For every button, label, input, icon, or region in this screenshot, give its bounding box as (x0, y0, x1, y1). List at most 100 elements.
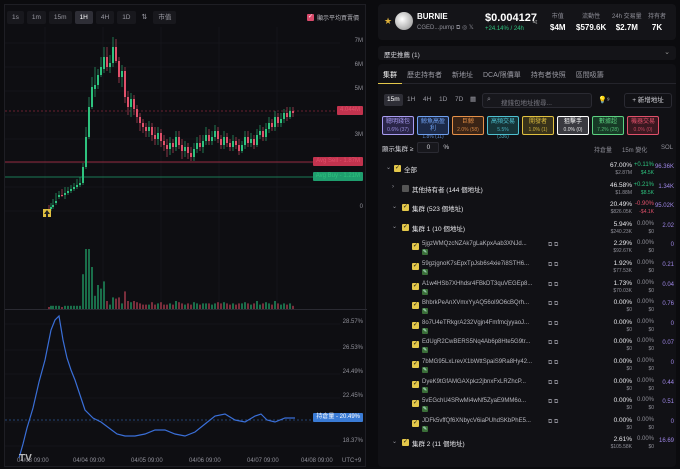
wallet-address[interactable]: BhbrkPeAnXVmxYyAQ56oI9O6cBQrh... (422, 300, 529, 306)
row-checkbox[interactable]: ✓ (402, 204, 409, 212)
wallet-address[interactable]: EdUgR2CwBERS5Nq4Ab6p8Hte5G9tr... (422, 339, 530, 345)
wallet-row[interactable]: ✓ 59gzjgnoK7sEpxTpJsb6s4xie7i8STH6... ✎ ⧉ ⧉… (378, 259, 676, 276)
row-checkbox[interactable]: ✓ (412, 380, 419, 388)
tag-chip[interactable]: 機器交易 0.0% (0) (627, 116, 659, 135)
tf-15m[interactable]: 15m (48, 10, 72, 24)
row-checkbox[interactable] (402, 184, 409, 192)
row-checkbox[interactable]: ✓ (412, 263, 419, 270)
wallet-row[interactable]: ✓ 5jgzWMQzcNZAk7gLaKpxAab3XNJd... ✎ ⧉ ⧉ 2.29… (378, 239, 676, 256)
copy-icon[interactable]: ⧉ ⧉ (548, 321, 558, 328)
tf-1m[interactable]: 1m (26, 10, 46, 24)
threshold-input[interactable]: 0 (417, 142, 440, 153)
wallet-row[interactable]: ✓ BhbrkPeAnXVmxYyAQ56oI9O6cBQrh... ✎ ⧉ ⧉ 0.0… (378, 298, 676, 315)
wallet-address[interactable]: DyeK9tGfAMGAXpkz2jbnxFxLRZhcP... (422, 379, 526, 385)
chevron-right-icon[interactable]: › (392, 184, 394, 190)
tf-15m-small[interactable]: 15m (384, 94, 403, 106)
tab-dca[interactable]: DCA/限價單 (478, 64, 526, 84)
bulb-icon[interactable]: 💡⁹ (598, 96, 610, 104)
add-address-button[interactable]: + 新增地址 (624, 93, 672, 108)
cluster-row[interactable]: ⌄ ✓ 集群 (523 個地址) 20.49% $826.05K -0.90% -$4.1K… (378, 200, 676, 217)
swap-icon[interactable]: ⇅ (139, 13, 151, 21)
tag-chip[interactable]: 鯨魚高盈利 1.8% (11) (417, 116, 449, 140)
avg-price-toggle[interactable]: ✓ 顯示平均買賣價 (306, 13, 359, 22)
tab-snapshot[interactable]: 持有者快照 (526, 64, 571, 84)
copy-icon[interactable]: ⧉ ⧉ (548, 399, 558, 406)
tab-history-holders[interactable]: 歷史持有者 (402, 64, 447, 84)
copy-icon[interactable]: ⧉ ⧉ (548, 380, 558, 387)
tag-chip[interactable]: 開發者 1.0% (1) (522, 116, 554, 135)
copy-icon[interactable]: ⧉ ⧉ (548, 242, 558, 249)
wallet-row[interactable]: ✓ EdUgR2CwBERS5Nq4Ab6p8Hte5G9tr... ✎ ⧉ ⧉ 0.0… (378, 337, 676, 354)
wallet-address[interactable]: 59gzjgnoK7sEpxTpJsb6s4xie7i8STH6... (422, 261, 529, 267)
row-checkbox[interactable]: ✓ (412, 243, 419, 251)
market-cap-toggle[interactable]: 市值 (153, 10, 177, 24)
tab-new-address[interactable]: 新地址 (447, 64, 478, 84)
copy-icon[interactable]: ⧉ ⧉ (548, 340, 558, 347)
wallet-address[interactable]: A1w4HSb7XHhdsr4FBkDT3quVEGEp8... (422, 281, 532, 287)
cluster-row[interactable]: › 其他持有者 (144 個地址) 46.58% $1.88M +0.21% $8.5K 1… (378, 181, 676, 198)
tf-4h-small[interactable]: 4H (420, 94, 434, 106)
tf-1h-small[interactable]: 1H (404, 94, 418, 106)
wallet-row[interactable]: ✓ A1w4HSb7XHhdsr4FBkDT3quVEGEp8... ✎ ⧉ ⧉ 1.7… (378, 279, 676, 296)
copy-icon[interactable]: ⧉ ⧉ (548, 282, 558, 289)
row-checkbox[interactable]: ✓ (412, 419, 419, 427)
checkbox-checked-icon[interactable]: ✓ (306, 14, 314, 21)
candle-body (211, 137, 213, 141)
row-checkbox[interactable]: ✓ (412, 341, 419, 349)
copy-icon[interactable]: ⧉ ⧉ (548, 301, 558, 308)
wallet-address[interactable]: 7bMG95LxLrevX1bWttSpaiS9Ra8Hy42... (422, 359, 532, 365)
wallet-row[interactable]: ✓ 8o7U4eTRkgrA232Vgjn4FmfmcjyyaoJ... ✎ ⧉ ⧉ 0… (378, 318, 676, 335)
row-checkbox[interactable]: ✓ (412, 361, 419, 368)
tag-chip[interactable]: 高頻交易 5.5% (336) (487, 116, 519, 140)
cluster-row[interactable]: ⌄ ✓ 集群 2 (11 個地址) 2.61% $105.58K 0.00% $0 16.69 (378, 435, 676, 452)
tag-chip[interactable]: 狙擊手 0.0% (0) (557, 116, 589, 135)
chevron-down-icon[interactable]: ⌄ (392, 438, 397, 445)
chevron-down-icon[interactable]: ⌄ (386, 164, 391, 171)
wallet-address[interactable]: 5vEGchU4SRwMi4wNf5ZyaE9MM6o... (422, 398, 526, 404)
copy-icon[interactable]: ⧉ ⧉ (548, 262, 558, 269)
cluster-row[interactable]: ⌄ ✓ 集群 1 (10 個地址) 5.94% $240.23K 0.00% $0 2.02 (378, 220, 676, 237)
tf-4h[interactable]: 4H (95, 10, 115, 24)
buy-marker[interactable] (43, 209, 51, 217)
row-checkbox[interactable]: ✓ (412, 321, 419, 329)
price-candle-chart[interactable] (5, 27, 367, 310)
row-checkbox[interactable]: ✓ (412, 400, 419, 408)
wallet-row[interactable]: ✓ 7bMG95LxLrevX1bWttSpaiS9Ra8Hy42... ✎ ⧉ ⧉ 0… (378, 357, 676, 374)
wallet-row[interactable]: ✓ JDFk5vffQf6XNbycV6iaPUhdSKbPhE5... ✎ ⧉ ⧉ 0… (378, 416, 676, 433)
row-checkbox[interactable]: ✓ (402, 223, 409, 231)
tag-chip[interactable]: 聰明錢包 0.6% (37) (382, 116, 414, 135)
chevron-down-icon[interactable]: ⌄ (392, 203, 397, 210)
wallet-row[interactable]: ✓ 5vEGchU4SRwMi4wNf5ZyaE9MM6o... ✎ ⧉ ⧉ 0.00%… (378, 396, 676, 413)
row-checkbox[interactable]: ✓ (412, 302, 419, 310)
row-checkbox[interactable]: ✓ (412, 282, 419, 290)
copy-icon[interactable]: ⧉ ⧉ (548, 360, 558, 367)
chevron-down-icon[interactable]: ⌄ (664, 48, 670, 56)
tf-1d[interactable]: 1D (117, 10, 136, 24)
tf-1s[interactable]: 1s (7, 10, 24, 24)
wallet-row[interactable]: ✓ DyeK9tGfAMGAXpkz2jbnxFxLRZhcP... ✎ ⧉ ⧉ 0.0… (378, 377, 676, 394)
row-checkbox[interactable]: ✓ (402, 439, 409, 447)
tf-7d-small[interactable]: 7D (452, 94, 466, 106)
timezone-label[interactable]: UTC+9 (342, 458, 361, 464)
wallet-address[interactable]: JDFk5vffQf6XNbycV6iaPUhdSKbPhE5... (422, 418, 531, 424)
holding-percent-chart[interactable] (5, 310, 367, 458)
calendar-icon[interactable]: ▦ (467, 94, 479, 106)
cluster-row[interactable]: ⌄ ✓ 全部 67.00% $2.87M +0.11% $4.5K 96.36K (378, 161, 676, 178)
star-icon[interactable]: ★ (384, 16, 392, 27)
chevron-down-icon[interactable]: ⌄ (392, 223, 397, 230)
token-address[interactable]: CGED...pump ⧉ ◎ 𝕏 (417, 24, 474, 32)
tf-1d-small[interactable]: 1D (436, 94, 450, 106)
tag-chip[interactable]: 數據超 7.2% (28) (592, 116, 624, 135)
search-box[interactable]: ⌕ 搜錢包地址搜尋... (482, 93, 592, 108)
share-icon[interactable]: ⋖ (532, 18, 538, 26)
tf-1h[interactable]: 1H (74, 10, 93, 24)
copy-icon[interactable]: ⧉ ⧉ (548, 419, 558, 426)
change-usd: $0 (648, 287, 654, 294)
tab-accumulation[interactable]: 區間吸籌 (571, 64, 609, 84)
wallet-address[interactable]: 5jgzWMQzcNZAk7gLaKpxAab3XNJd... (422, 241, 527, 247)
tag-chip[interactable]: 巨鯨 2.0% (58) (452, 116, 484, 135)
wallet-address[interactable]: 8o7U4eTRkgrA232Vgjn4FmfmcjyyaoJ... (422, 320, 529, 326)
row-checkbox[interactable]: ✓ (394, 165, 401, 172)
tab-cluster[interactable]: 集群 (378, 64, 402, 84)
history-recommend-bar[interactable]: 歷史推薦 (1) ⌄ (378, 46, 676, 60)
